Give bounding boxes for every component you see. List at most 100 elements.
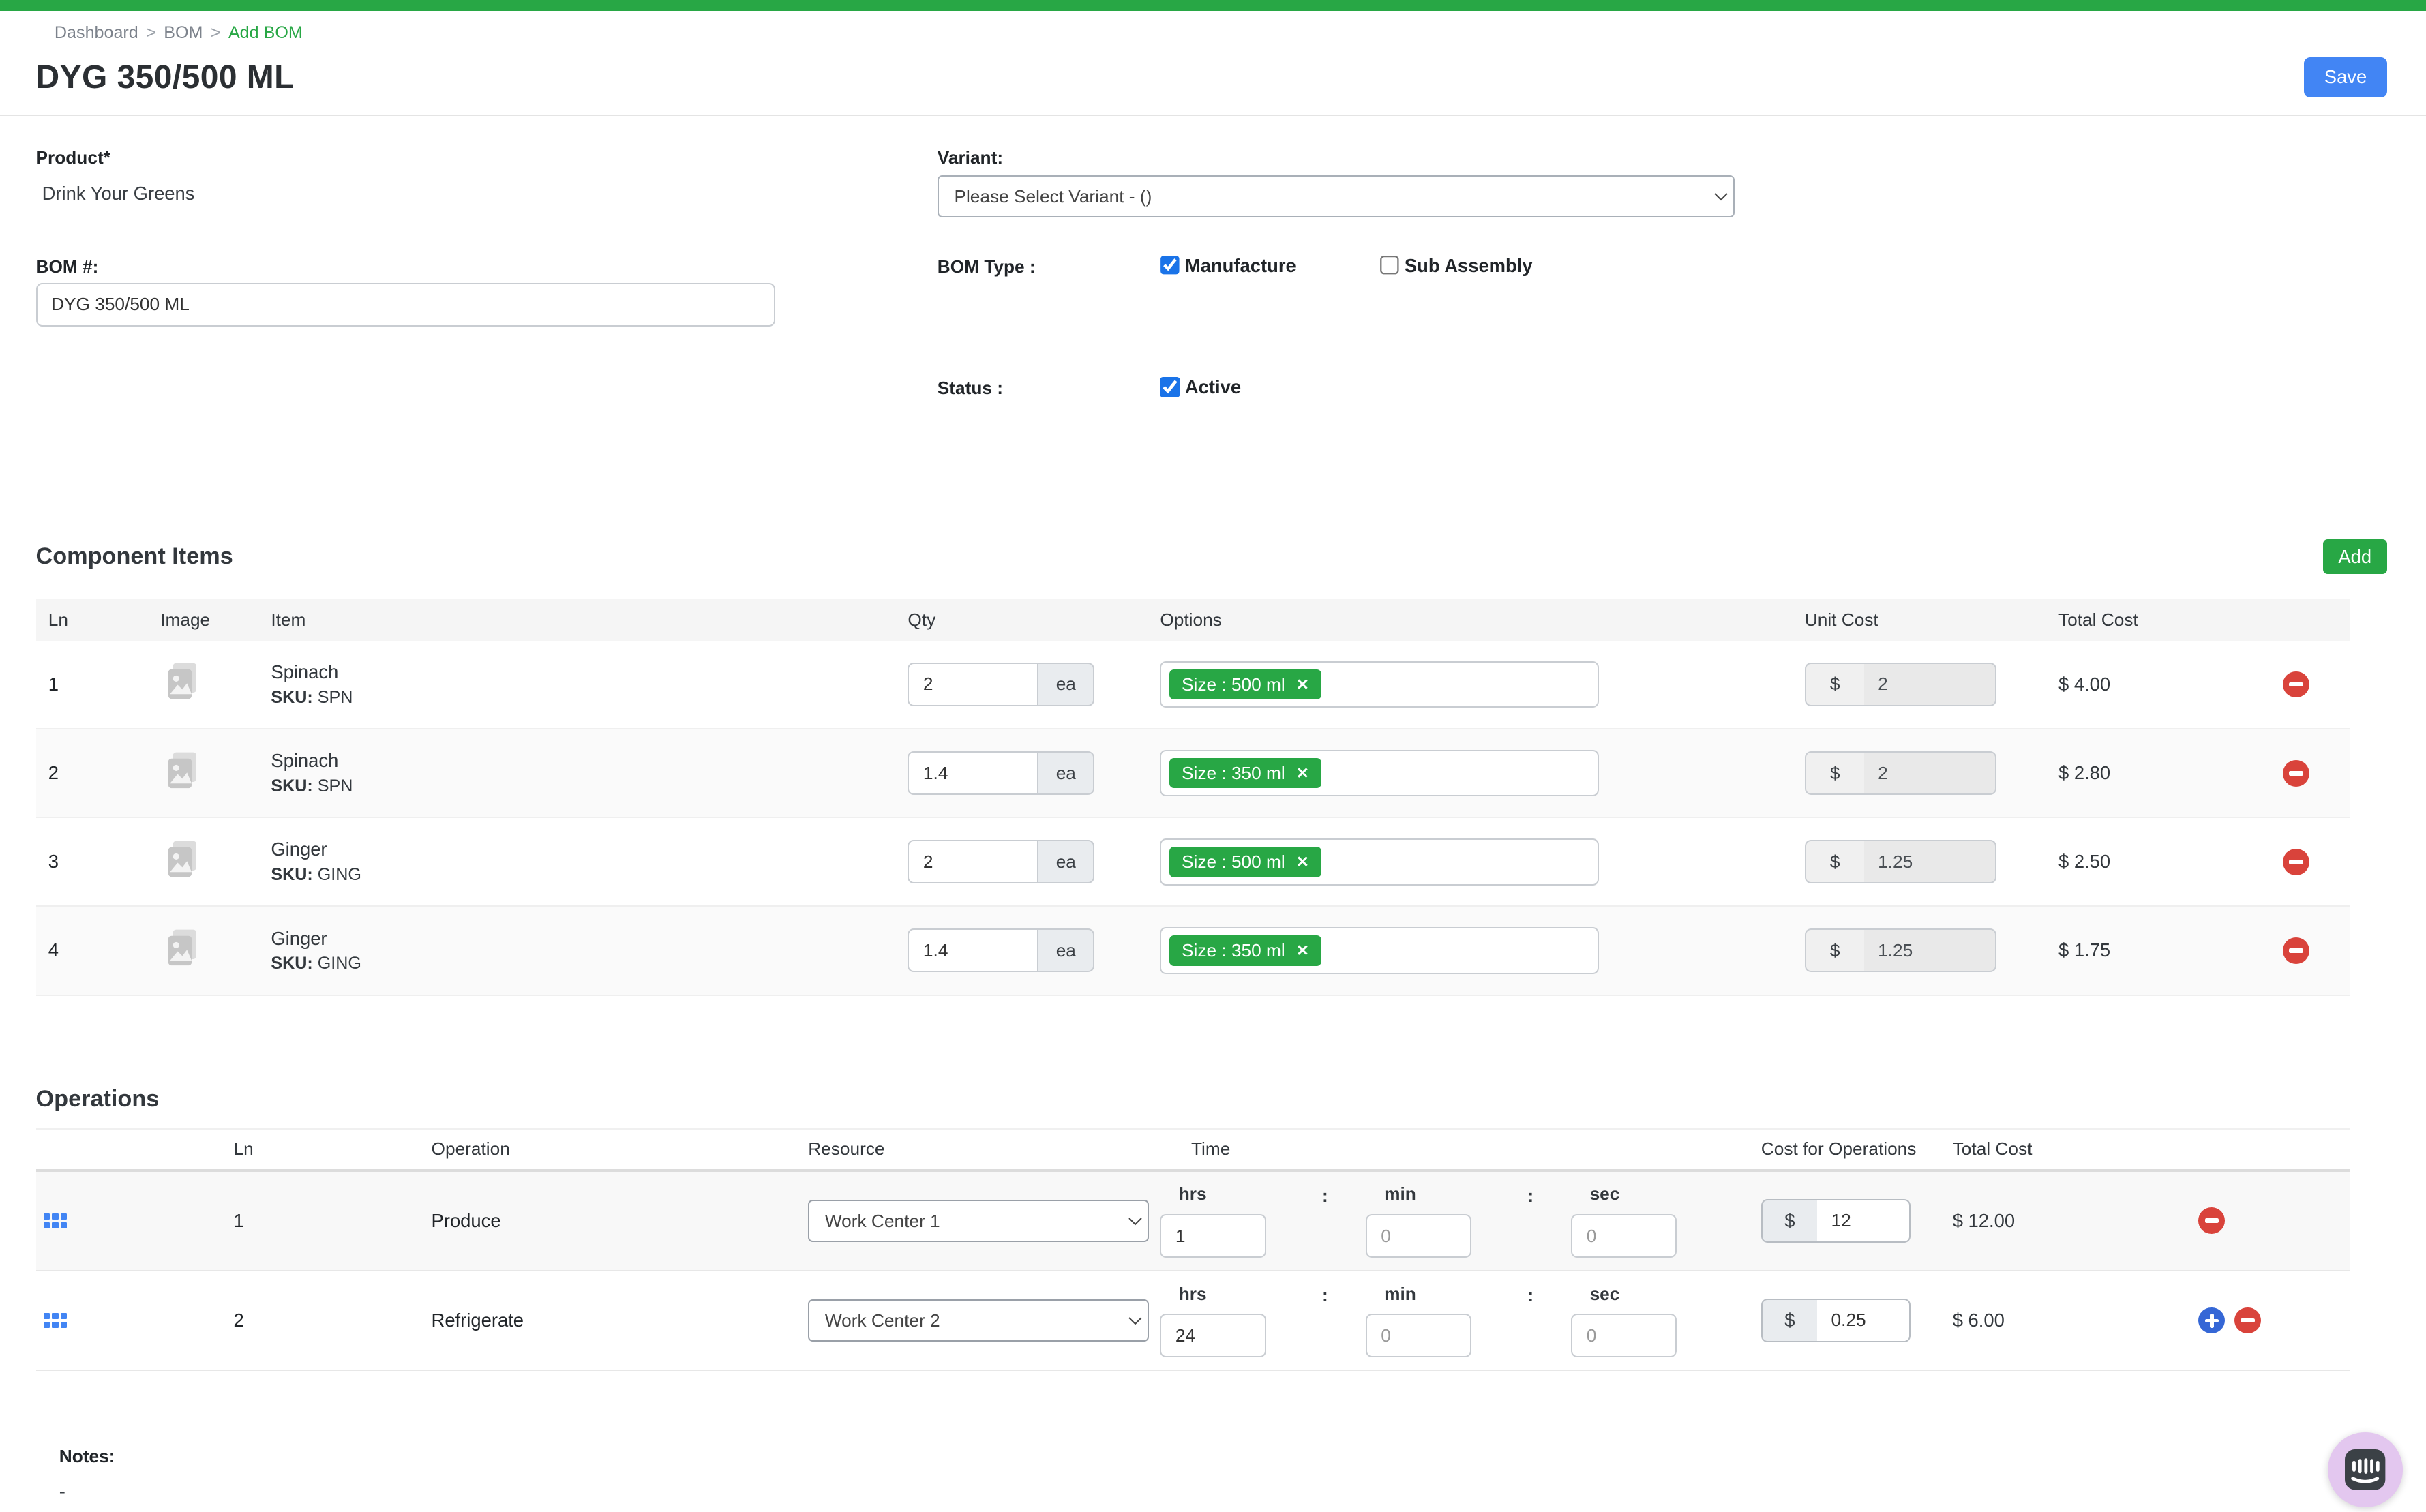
tag-remove-icon[interactable]: ✕ <box>1296 766 1309 781</box>
variant-select[interactable]: Please Select Variant - () <box>938 175 1735 217</box>
col-header-qty: Qty <box>908 609 1160 631</box>
remove-row-button[interactable] <box>2283 671 2309 698</box>
breadcrumb-separator: > <box>146 23 156 42</box>
currency-addon: $ <box>1805 663 1864 706</box>
ops-col-header-resource: Resource <box>808 1138 1160 1160</box>
resource-select[interactable]: Work Center 1 <box>808 1200 1149 1242</box>
time-colon: : <box>1285 1183 1366 1258</box>
breadcrumb-dashboard[interactable]: Dashboard <box>55 23 138 42</box>
unit-cost-input[interactable] <box>1864 928 1996 972</box>
options-box[interactable]: Size : 350 ml✕ <box>1160 750 1599 797</box>
total-cost-value: $ 4.00 <box>2058 674 2242 695</box>
ops-col-header-ln: Ln <box>234 1138 432 1160</box>
currency-addon: $ <box>1805 928 1864 972</box>
currency-addon: $ <box>1805 751 1864 795</box>
component-table-header: Ln Image Item Qty Options Unit Cost Tota… <box>36 599 2350 641</box>
sku-value: SPN <box>318 776 353 796</box>
add-component-button[interactable]: Add <box>2323 539 2387 573</box>
item-image-placeholder-icon <box>164 749 201 793</box>
ops-col-header-operation: Operation <box>432 1138 809 1160</box>
tag-remove-icon[interactable]: ✕ <box>1296 854 1309 870</box>
notes-value: - <box>59 1481 2426 1502</box>
active-checkbox[interactable] <box>1160 377 1180 397</box>
active-label: Active <box>1185 376 1241 398</box>
remove-row-button[interactable] <box>2283 937 2309 964</box>
option-tag: Size : 500 ml✕ <box>1169 669 1321 700</box>
options-box[interactable]: Size : 500 ml✕ <box>1160 838 1599 886</box>
qty-input[interactable] <box>908 663 1038 706</box>
min-input[interactable] <box>1366 1214 1471 1258</box>
chat-launcher-button[interactable] <box>2328 1432 2403 1507</box>
total-cost-value: $ 1.75 <box>2058 939 2242 961</box>
unit-cost-input[interactable] <box>1864 840 1996 883</box>
sku-value: SPN <box>318 688 353 707</box>
row-ln: 3 <box>36 851 161 873</box>
sec-input[interactable] <box>1571 1314 1677 1357</box>
remove-row-button[interactable] <box>2283 760 2309 787</box>
options-box[interactable]: Size : 350 ml✕ <box>1160 927 1599 974</box>
options-box[interactable]: Size : 500 ml✕ <box>1160 661 1599 708</box>
total-cost-value: $ 2.50 <box>2058 851 2242 873</box>
tag-remove-icon[interactable]: ✕ <box>1296 943 1309 958</box>
component-items-title: Component Items <box>36 543 233 570</box>
col-header-item: Item <box>271 609 908 631</box>
unit-cost-input[interactable] <box>1864 751 1996 795</box>
page-title: DYG 350/500 ML <box>36 59 295 96</box>
breadcrumb-separator: > <box>211 23 221 42</box>
bom-number-input[interactable] <box>36 283 776 327</box>
breadcrumb-bom[interactable]: BOM <box>164 23 203 42</box>
row-ln: 4 <box>36 939 161 961</box>
sec-input[interactable] <box>1571 1214 1677 1258</box>
table-row: 1 Spinach SKU: SPN ea Size : 500 ml✕ <box>36 641 2350 729</box>
hrs-input[interactable] <box>1160 1214 1266 1258</box>
drag-handle-icon[interactable] <box>44 1213 234 1228</box>
item-image-placeholder-icon <box>164 660 201 704</box>
hrs-input[interactable] <box>1160 1314 1266 1357</box>
min-input[interactable] <box>1366 1314 1471 1357</box>
product-label: Product* <box>36 147 110 168</box>
manufacture-checkbox[interactable] <box>1160 256 1180 276</box>
tag-remove-icon[interactable]: ✕ <box>1296 677 1309 693</box>
qty-input[interactable] <box>908 928 1038 972</box>
currency-addon: $ <box>1805 840 1864 883</box>
min-label: min <box>1366 1284 1491 1305</box>
sku-label: SKU: <box>271 688 312 707</box>
op-ln: 2 <box>234 1310 432 1331</box>
unit-cost-input[interactable] <box>1864 663 1996 706</box>
table-row: 4 Ginger SKU: GING ea Size : 350 ml✕ <box>36 907 2350 995</box>
item-image-placeholder-icon <box>164 838 201 881</box>
remove-operation-button[interactable] <box>2234 1307 2261 1334</box>
uom-addon: ea <box>1038 928 1094 972</box>
manufacture-label: Manufacture <box>1185 255 1296 277</box>
add-operation-button[interactable] <box>2198 1307 2225 1334</box>
product-value: Drink Your Greens <box>42 183 195 205</box>
breadcrumb: Dashboard > BOM > Add BOM <box>0 11 2426 43</box>
intercom-chat-icon <box>2345 1449 2385 1490</box>
remove-operation-button[interactable] <box>2198 1207 2225 1234</box>
bom-form: Product* Drink Your Greens Variant: Plea… <box>0 116 2426 539</box>
time-colon: : <box>1490 1284 1571 1358</box>
uom-addon: ea <box>1038 751 1094 795</box>
drag-handle-icon[interactable] <box>44 1313 234 1328</box>
time-colon: : <box>1285 1284 1366 1358</box>
sec-label: sec <box>1571 1183 1696 1205</box>
op-name: Produce <box>432 1210 809 1232</box>
sub-assembly-checkbox[interactable] <box>1379 256 1400 276</box>
qty-input[interactable] <box>908 840 1038 883</box>
uom-addon: ea <box>1038 840 1094 883</box>
op-ln: 1 <box>234 1210 432 1232</box>
col-header-options: Options <box>1160 609 1804 631</box>
resource-select[interactable]: Work Center 2 <box>808 1299 1149 1342</box>
notes-label: Notes: <box>59 1446 2426 1467</box>
operation-cost-input[interactable] <box>1817 1199 1911 1243</box>
operation-cost-input[interactable] <box>1817 1299 1911 1342</box>
remove-row-button[interactable] <box>2283 849 2309 875</box>
item-name: Spinach <box>271 661 908 683</box>
hrs-label: hrs <box>1160 1284 1285 1305</box>
qty-input[interactable] <box>908 751 1038 795</box>
operations-table: Ln Operation Resource Time Cost for Oper… <box>36 1128 2350 1371</box>
breadcrumb-add-bom: Add BOM <box>228 23 303 42</box>
status-label: Status : <box>938 378 1003 399</box>
save-button[interactable]: Save <box>2304 57 2387 97</box>
table-row: 2 Spinach SKU: SPN ea Size : 350 ml✕ <box>36 729 2350 818</box>
